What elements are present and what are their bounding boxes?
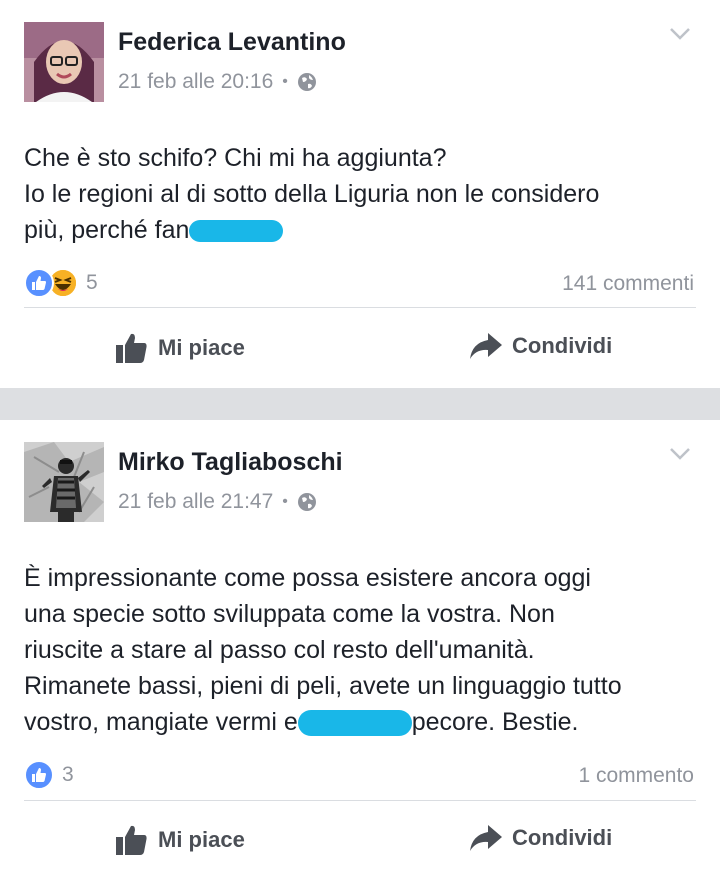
author-name[interactable]: Federica Levantino bbox=[118, 28, 346, 57]
post-text-fragment: più, perché fan bbox=[24, 216, 190, 244]
like-label: Mi piace bbox=[158, 827, 245, 852]
reactions-count: 3 bbox=[62, 763, 74, 786]
share-label: Condividi bbox=[512, 333, 613, 358]
thumbs-up-icon bbox=[116, 825, 147, 855]
divider bbox=[24, 307, 696, 308]
share-arrow-icon bbox=[470, 333, 502, 359]
redaction-mark bbox=[297, 710, 412, 737]
author-name[interactable]: Mirko Tagliaboschi bbox=[118, 448, 343, 477]
timestamp[interactable]: 21 feb alle 21:47 bbox=[118, 490, 273, 514]
share-button[interactable]: Condividi bbox=[470, 333, 612, 359]
comments-count[interactable]: 141 commenti bbox=[562, 272, 694, 296]
avatar[interactable] bbox=[24, 442, 104, 522]
timestamp[interactable]: 21 feb alle 20:16 bbox=[118, 70, 273, 94]
post-text-line: riuscite a stare al passo col resto dell… bbox=[24, 636, 535, 664]
post-meta: 21 feb alle 20:16 • bbox=[118, 70, 317, 94]
share-button[interactable]: Condividi bbox=[470, 825, 612, 851]
post-text-line: Che è sto schifo? Chi mi ha aggiunta? bbox=[24, 144, 447, 172]
reactions-summary[interactable]: 5 bbox=[24, 268, 98, 298]
chevron-down-icon[interactable] bbox=[668, 26, 692, 42]
globe-icon bbox=[297, 492, 317, 512]
post-text: Che è sto schifo? Chi mi ha aggiunta? Io… bbox=[24, 140, 704, 248]
like-label: Mi piace bbox=[158, 335, 245, 360]
meta-separator: • bbox=[282, 73, 288, 90]
post-text-line: una specie sotto sviluppata come la vost… bbox=[24, 600, 555, 628]
post-meta: 21 feb alle 21:47 • bbox=[118, 490, 317, 514]
post-text: È impressionante come possa esistere anc… bbox=[24, 560, 704, 740]
reactions-count: 5 bbox=[86, 271, 98, 294]
like-reaction-icon bbox=[24, 760, 54, 790]
post-text-line: È impressionante come possa esistere anc… bbox=[24, 564, 591, 592]
post-text-fragment: vostro, mangiate vermi e bbox=[24, 708, 298, 736]
post-card: Mirko Tagliaboschi 21 feb alle 21:47 • È… bbox=[0, 420, 720, 876]
comments-count[interactable]: 1 commento bbox=[578, 764, 694, 788]
divider bbox=[24, 800, 696, 801]
post-card: Federica Levantino 21 feb alle 20:16 • C… bbox=[0, 0, 720, 388]
like-button[interactable]: Mi piace bbox=[116, 333, 245, 363]
meta-separator: • bbox=[282, 493, 288, 510]
post-text-line: Rimanete bassi, pieni di peli, avete un … bbox=[24, 672, 622, 700]
thumbs-up-icon bbox=[116, 333, 147, 363]
post-text-line: più, perché fan bbox=[24, 212, 704, 248]
share-label: Condividi bbox=[512, 825, 613, 850]
post-text-line: Io le regioni al di sotto della Liguria … bbox=[24, 180, 600, 208]
like-reaction-icon bbox=[24, 268, 54, 298]
share-arrow-icon bbox=[470, 825, 502, 851]
redaction-mark bbox=[189, 220, 284, 243]
globe-icon bbox=[297, 72, 317, 92]
post-text-fragment: pecore. Bestie. bbox=[411, 708, 579, 736]
avatar[interactable] bbox=[24, 22, 104, 102]
post-text-line: vostro, mangiate vermi e pecore. Bestie. bbox=[24, 704, 704, 740]
chevron-down-icon[interactable] bbox=[668, 446, 692, 462]
reactions-summary[interactable]: 3 bbox=[24, 760, 74, 790]
like-button[interactable]: Mi piace bbox=[116, 825, 245, 855]
feed-separator bbox=[0, 388, 720, 420]
